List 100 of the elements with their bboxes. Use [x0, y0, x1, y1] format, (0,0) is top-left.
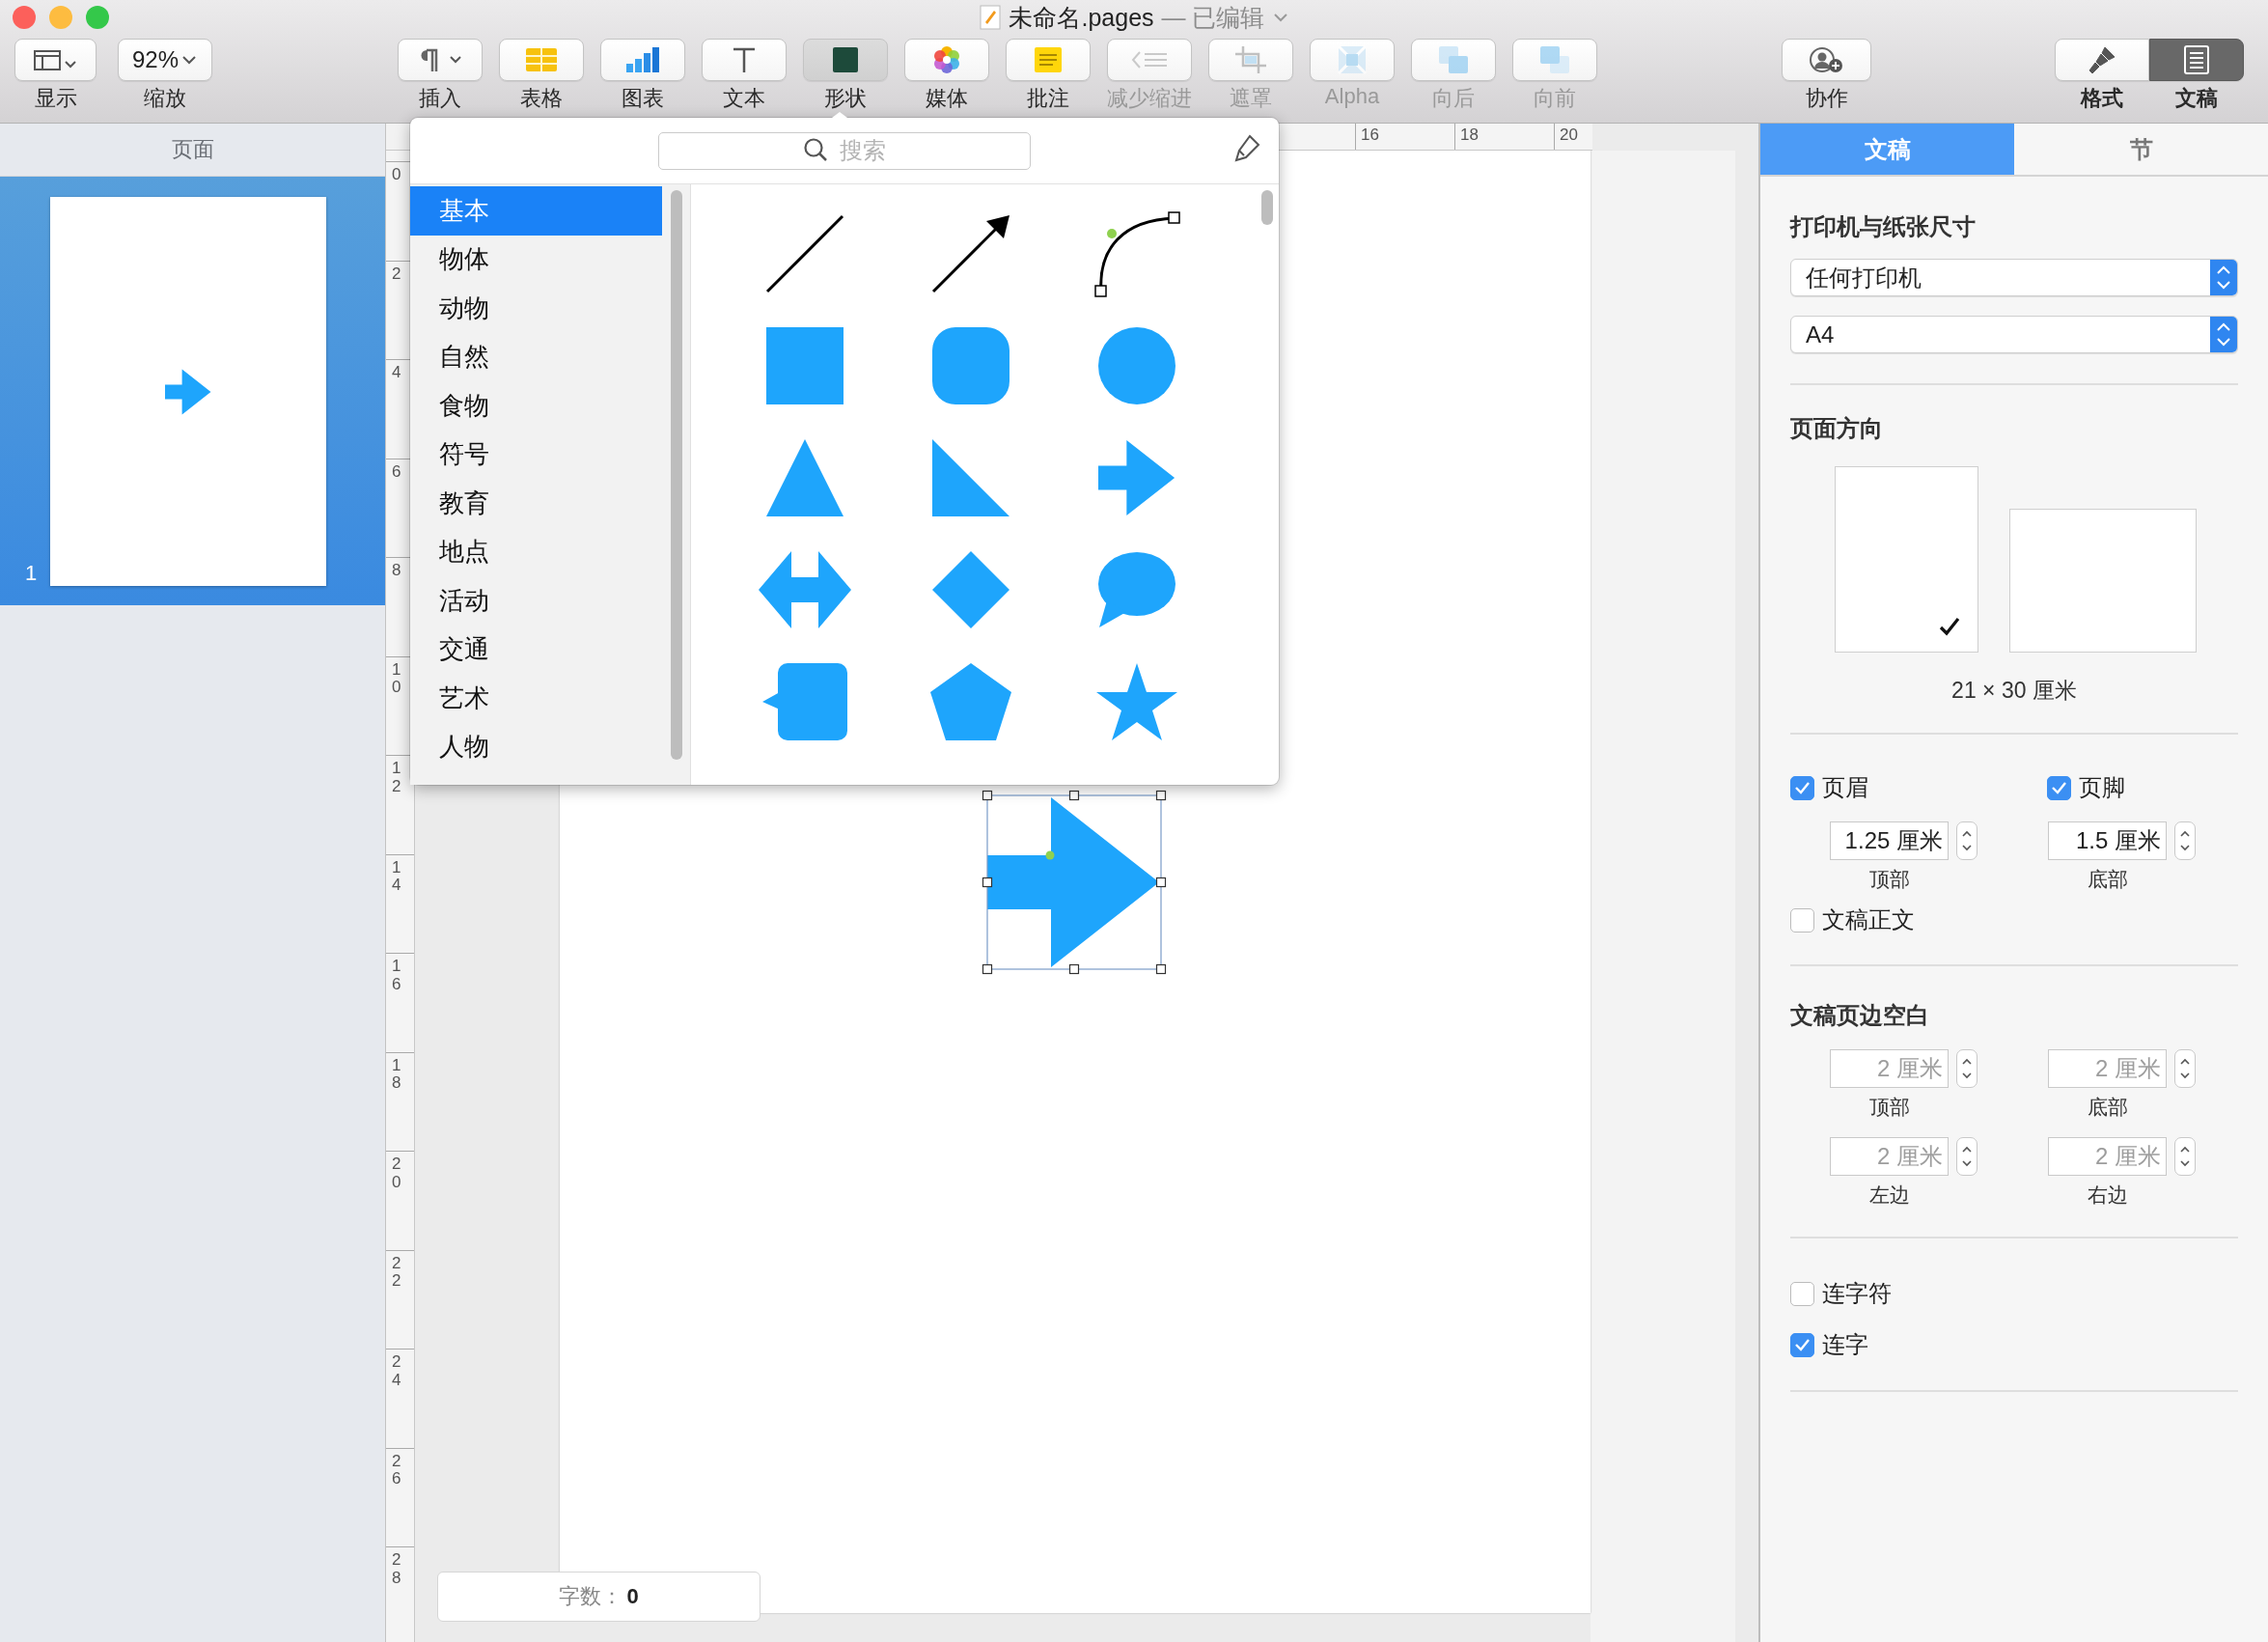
pentagon-icon[interactable]	[930, 663, 1011, 740]
toolbar-label: 向后	[1432, 85, 1475, 112]
field-caption: 顶部	[1867, 1095, 1911, 1120]
stepper-arrows-icon	[2210, 317, 2237, 352]
toolbar-label: 批注	[1027, 85, 1069, 112]
checkmark-icon	[1794, 781, 1811, 794]
toolbar-label: 图表	[622, 85, 664, 112]
ruler-label: 8	[392, 562, 402, 580]
chart-button[interactable]	[600, 39, 685, 81]
portrait-option[interactable]	[1835, 466, 1978, 653]
chevron-icon	[180, 54, 198, 66]
zoom-button[interactable]: 92%	[118, 39, 212, 81]
category-item[interactable]: 交通	[410, 625, 662, 674]
format-tab[interactable]	[2055, 39, 2149, 81]
section-title: 页面方向	[1790, 414, 1884, 443]
diamond-icon[interactable]	[932, 551, 1010, 628]
note-icon	[1034, 46, 1063, 73]
layers-icon	[1539, 45, 1570, 74]
close-button[interactable]	[13, 6, 36, 29]
stepper-arrows-icon	[2179, 828, 2191, 853]
stepper[interactable]	[1956, 1049, 1978, 1088]
checkbox[interactable]	[1790, 1281, 1814, 1306]
toolbar-label: 显示	[34, 85, 77, 112]
callout-icon[interactable]	[762, 663, 847, 740]
curve-icon[interactable]	[1093, 210, 1180, 297]
text-button[interactable]	[702, 39, 787, 81]
stepper[interactable]	[2174, 1049, 2196, 1088]
category-item[interactable]: 符号	[410, 430, 662, 479]
toolbar-label: 协作	[1805, 85, 1848, 112]
measurement-field[interactable]: 1.25 厘米	[1830, 821, 1949, 860]
stepper-arrows-icon	[2210, 260, 2237, 295]
view-button[interactable]	[14, 39, 97, 81]
flower-icon	[931, 44, 962, 75]
document-icon	[2183, 44, 2210, 75]
checkmark-icon	[1794, 1338, 1811, 1351]
category-item[interactable]: 人物	[410, 722, 662, 771]
page-thumbnail[interactable]: 1	[0, 177, 385, 605]
speech-bubble-icon[interactable]	[1097, 552, 1176, 627]
right-triangle-icon[interactable]	[932, 439, 1010, 516]
checkbox-label: 页眉	[1822, 773, 1868, 802]
document-tab[interactable]	[2149, 39, 2244, 81]
landscape-option[interactable]	[2009, 509, 2197, 653]
stepper[interactable]	[1956, 1137, 1978, 1176]
ruler-label: 2	[392, 264, 402, 284]
category-item[interactable]: 基本	[410, 186, 662, 236]
circle-icon[interactable]	[1098, 327, 1175, 404]
line-icon[interactable]	[764, 213, 845, 294]
category-item[interactable]: 活动	[410, 576, 662, 626]
scrollbar-thumb[interactable]	[671, 190, 682, 760]
category-item[interactable]: 物体	[410, 235, 662, 284]
field-caption: 顶部	[1867, 867, 1911, 892]
arrow-icon[interactable]	[930, 213, 1011, 294]
category-item[interactable]: 动物	[410, 284, 662, 333]
toolbar-label: Alpha	[1324, 84, 1380, 109]
category-item[interactable]: 艺术	[410, 674, 662, 723]
arrow-shape-icon[interactable]	[1098, 439, 1175, 516]
category-item[interactable]: 地点	[410, 527, 662, 576]
chevron-icon[interactable]	[1272, 13, 1288, 22]
measurement-field[interactable]: 1.5 厘米	[2048, 821, 2167, 860]
comment-button[interactable]	[1006, 39, 1091, 81]
toolbar-label: 文稿	[2175, 85, 2218, 112]
stepper[interactable]	[2174, 1137, 2196, 1176]
triangle-icon[interactable]	[766, 439, 844, 516]
checkbox[interactable]	[2047, 775, 2071, 800]
search-field[interactable]: 搜索	[658, 131, 1031, 170]
checkbox[interactable]	[1790, 775, 1814, 800]
stepper[interactable]	[1956, 821, 1978, 860]
printer-dropdown[interactable]: 任何打印机	[1790, 259, 2238, 296]
ruler-label: 28	[392, 1551, 402, 1588]
ruler-label: 24	[392, 1353, 402, 1390]
minimize-button[interactable]	[49, 6, 72, 29]
checkbox-label: 连字	[1822, 1330, 1868, 1359]
paper-size-dropdown[interactable]: A4	[1790, 316, 2238, 353]
star-icon[interactable]	[1096, 663, 1177, 740]
category-item[interactable]: 食物	[410, 381, 662, 431]
zoom-window-button[interactable]	[86, 6, 109, 29]
ruler-label: 14	[392, 858, 402, 895]
checkbox[interactable]	[1790, 907, 1814, 932]
toolbar-label: 插入	[419, 85, 461, 112]
ruler-label: 26	[392, 1452, 402, 1489]
category-item[interactable]: 自然	[410, 332, 662, 381]
stepper-arrows-icon	[1961, 828, 1973, 853]
table-button[interactable]	[499, 39, 584, 81]
scrollbar-thumb[interactable]	[1261, 190, 1273, 225]
insert-button[interactable]	[398, 39, 483, 81]
ruler-label: 10	[392, 660, 402, 697]
ruler-label: 20	[392, 1155, 402, 1192]
checkbox[interactable]	[1790, 1332, 1814, 1357]
rounded-square-icon[interactable]	[932, 327, 1010, 404]
double-arrow-icon[interactable]	[759, 551, 851, 628]
word-count-value: 0	[626, 1584, 639, 1609]
stepper[interactable]	[2174, 821, 2196, 860]
shape-button[interactable]	[803, 39, 888, 81]
collaborate-button[interactable]	[1782, 39, 1871, 81]
checkbox-label: 连字符	[1822, 1279, 1892, 1308]
media-button[interactable]	[904, 39, 989, 81]
category-item[interactable]: 教育	[410, 479, 662, 528]
window-title: 未命名.pages	[1009, 2, 1154, 33]
paper-size-label: 21 × 30 厘米	[1950, 677, 2078, 705]
selected-arrow-shape[interactable]	[982, 790, 1167, 975]
